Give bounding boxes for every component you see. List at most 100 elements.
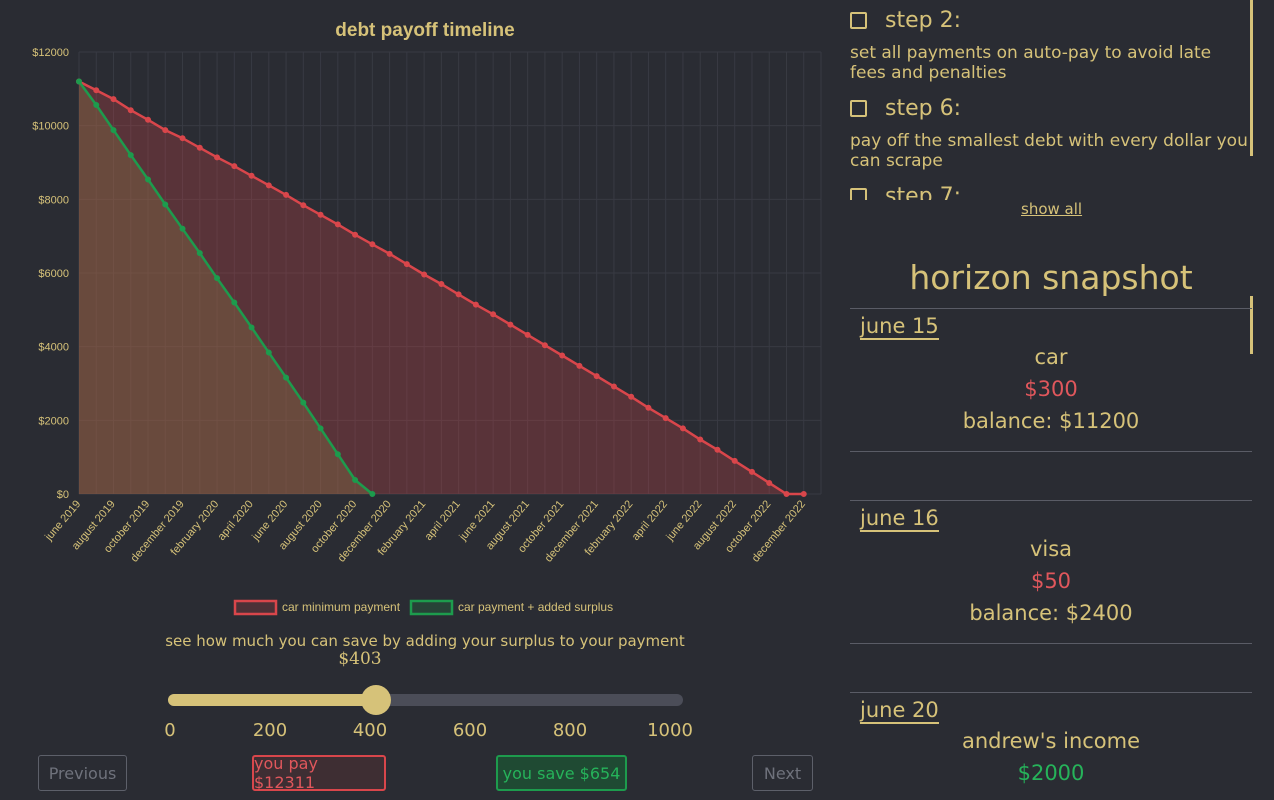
data-point [455, 291, 462, 298]
data-point [162, 201, 169, 208]
step-checkbox[interactable] [850, 99, 867, 117]
y-tick-label: $0 [57, 489, 69, 501]
data-point [334, 451, 341, 458]
entry-name: car [1034, 345, 1068, 369]
data-point [127, 107, 134, 114]
data-point [472, 301, 479, 308]
slider-fill [168, 694, 376, 706]
data-point [93, 102, 100, 109]
step-description: set all payments on auto-pay to avoid la… [850, 43, 1212, 83]
legend-label-surplus[interactable]: car payment + added surplus [458, 600, 613, 614]
next-button[interactable]: Next [752, 755, 813, 791]
data-point [576, 362, 583, 369]
entry-amount: $50 [1030, 569, 1072, 593]
data-point [783, 491, 790, 497]
data-point [507, 321, 514, 328]
step-label: step 7: [885, 183, 961, 201]
data-point [800, 491, 807, 497]
entry-name: andrew's income [961, 729, 1141, 753]
data-point [369, 241, 376, 248]
steps-scrollbar[interactable] [1250, 0, 1253, 156]
data-point [386, 250, 393, 257]
data-point [162, 127, 169, 134]
data-point [127, 152, 134, 159]
legend-swatch-minimum[interactable] [233, 599, 278, 616]
data-point [145, 176, 152, 183]
data-point [679, 425, 686, 432]
data-point [645, 404, 652, 411]
surplus-value: $403 [338, 649, 382, 669]
debt-payoff-chart: debt payoff timeline $0 $2000 $4000 $6000 $8… [32, 20, 822, 616]
surplus-slider[interactable] [168, 685, 683, 715]
data-point [145, 116, 152, 123]
entry-amount: $300 [1024, 377, 1078, 401]
data-point [231, 299, 238, 306]
data-point [214, 154, 221, 161]
slider-tick-label: 200 [252, 720, 288, 741]
data-point [231, 163, 238, 170]
step-checkbox[interactable] [850, 187, 867, 200]
data-point [93, 87, 100, 94]
step-label: step 2: [885, 7, 961, 33]
y-tick-label: $4000 [38, 342, 69, 354]
horizon-title: horizon snapshot [909, 258, 1193, 297]
data-point [490, 311, 497, 318]
divider [850, 500, 1252, 501]
y-tick-label: $2000 [38, 415, 69, 427]
step-item[interactable]: step 6: [850, 93, 1250, 123]
slider-thumb[interactable] [360, 685, 391, 715]
entry-date[interactable]: june 15 [860, 314, 939, 340]
divider [850, 692, 1252, 693]
y-tick-label: $6000 [38, 268, 69, 280]
data-point [300, 202, 307, 209]
legend-swatch-surplus[interactable] [409, 599, 454, 616]
you-pay-button[interactable]: you pay $12311 [252, 754, 386, 792]
data-point [541, 342, 548, 349]
slider-tick-label: 400 [352, 720, 388, 741]
step-checkbox[interactable] [850, 11, 867, 29]
entry-balance: balance: $2400 [969, 601, 1133, 625]
data-point [179, 225, 186, 232]
data-point [265, 349, 272, 356]
slider-tick-label: 1000 [647, 720, 693, 741]
data-point [179, 135, 186, 142]
previous-button[interactable]: Previous [38, 755, 127, 791]
data-point [283, 191, 290, 198]
data-point [403, 261, 410, 268]
data-point [110, 96, 117, 103]
slider-tick-label: 800 [552, 720, 588, 741]
data-point [610, 383, 617, 390]
entry-name: visa [1029, 537, 1073, 561]
data-point [317, 211, 324, 218]
y-tick-label: $10000 [32, 121, 69, 133]
data-point [748, 468, 755, 475]
data-point [317, 425, 324, 432]
step-item[interactable]: step 2: [850, 5, 1250, 35]
you-save-button[interactable]: you save $654 [496, 755, 627, 791]
data-point [352, 231, 359, 238]
data-point [196, 250, 203, 257]
step-description: pay off the smallest debt with every dol… [850, 131, 1248, 171]
divider [850, 308, 1252, 309]
data-point [421, 271, 428, 278]
data-point [714, 446, 721, 453]
data-point [662, 415, 669, 422]
chart-title: debt payoff timeline [335, 20, 514, 41]
chart-legend: car minimum payment car payment + added … [233, 599, 613, 616]
data-point [369, 491, 376, 497]
data-point [110, 127, 117, 134]
data-point [283, 374, 290, 381]
data-point [248, 324, 255, 331]
data-point [76, 78, 82, 85]
divider [850, 451, 1252, 452]
data-point [628, 393, 635, 400]
data-point [352, 477, 359, 484]
legend-label-minimum[interactable]: car minimum payment [282, 600, 401, 614]
entry-amount: $2000 [1017, 761, 1085, 785]
show-all-link[interactable]: show all [1021, 200, 1082, 218]
entry-date[interactable]: june 16 [860, 506, 939, 532]
entry-date[interactable]: june 20 [860, 698, 939, 724]
steps-list[interactable]: step 2: set all payments on auto-pay to … [850, 0, 1250, 200]
data-point [196, 144, 203, 151]
step-item[interactable]: step 7: [850, 181, 1250, 200]
